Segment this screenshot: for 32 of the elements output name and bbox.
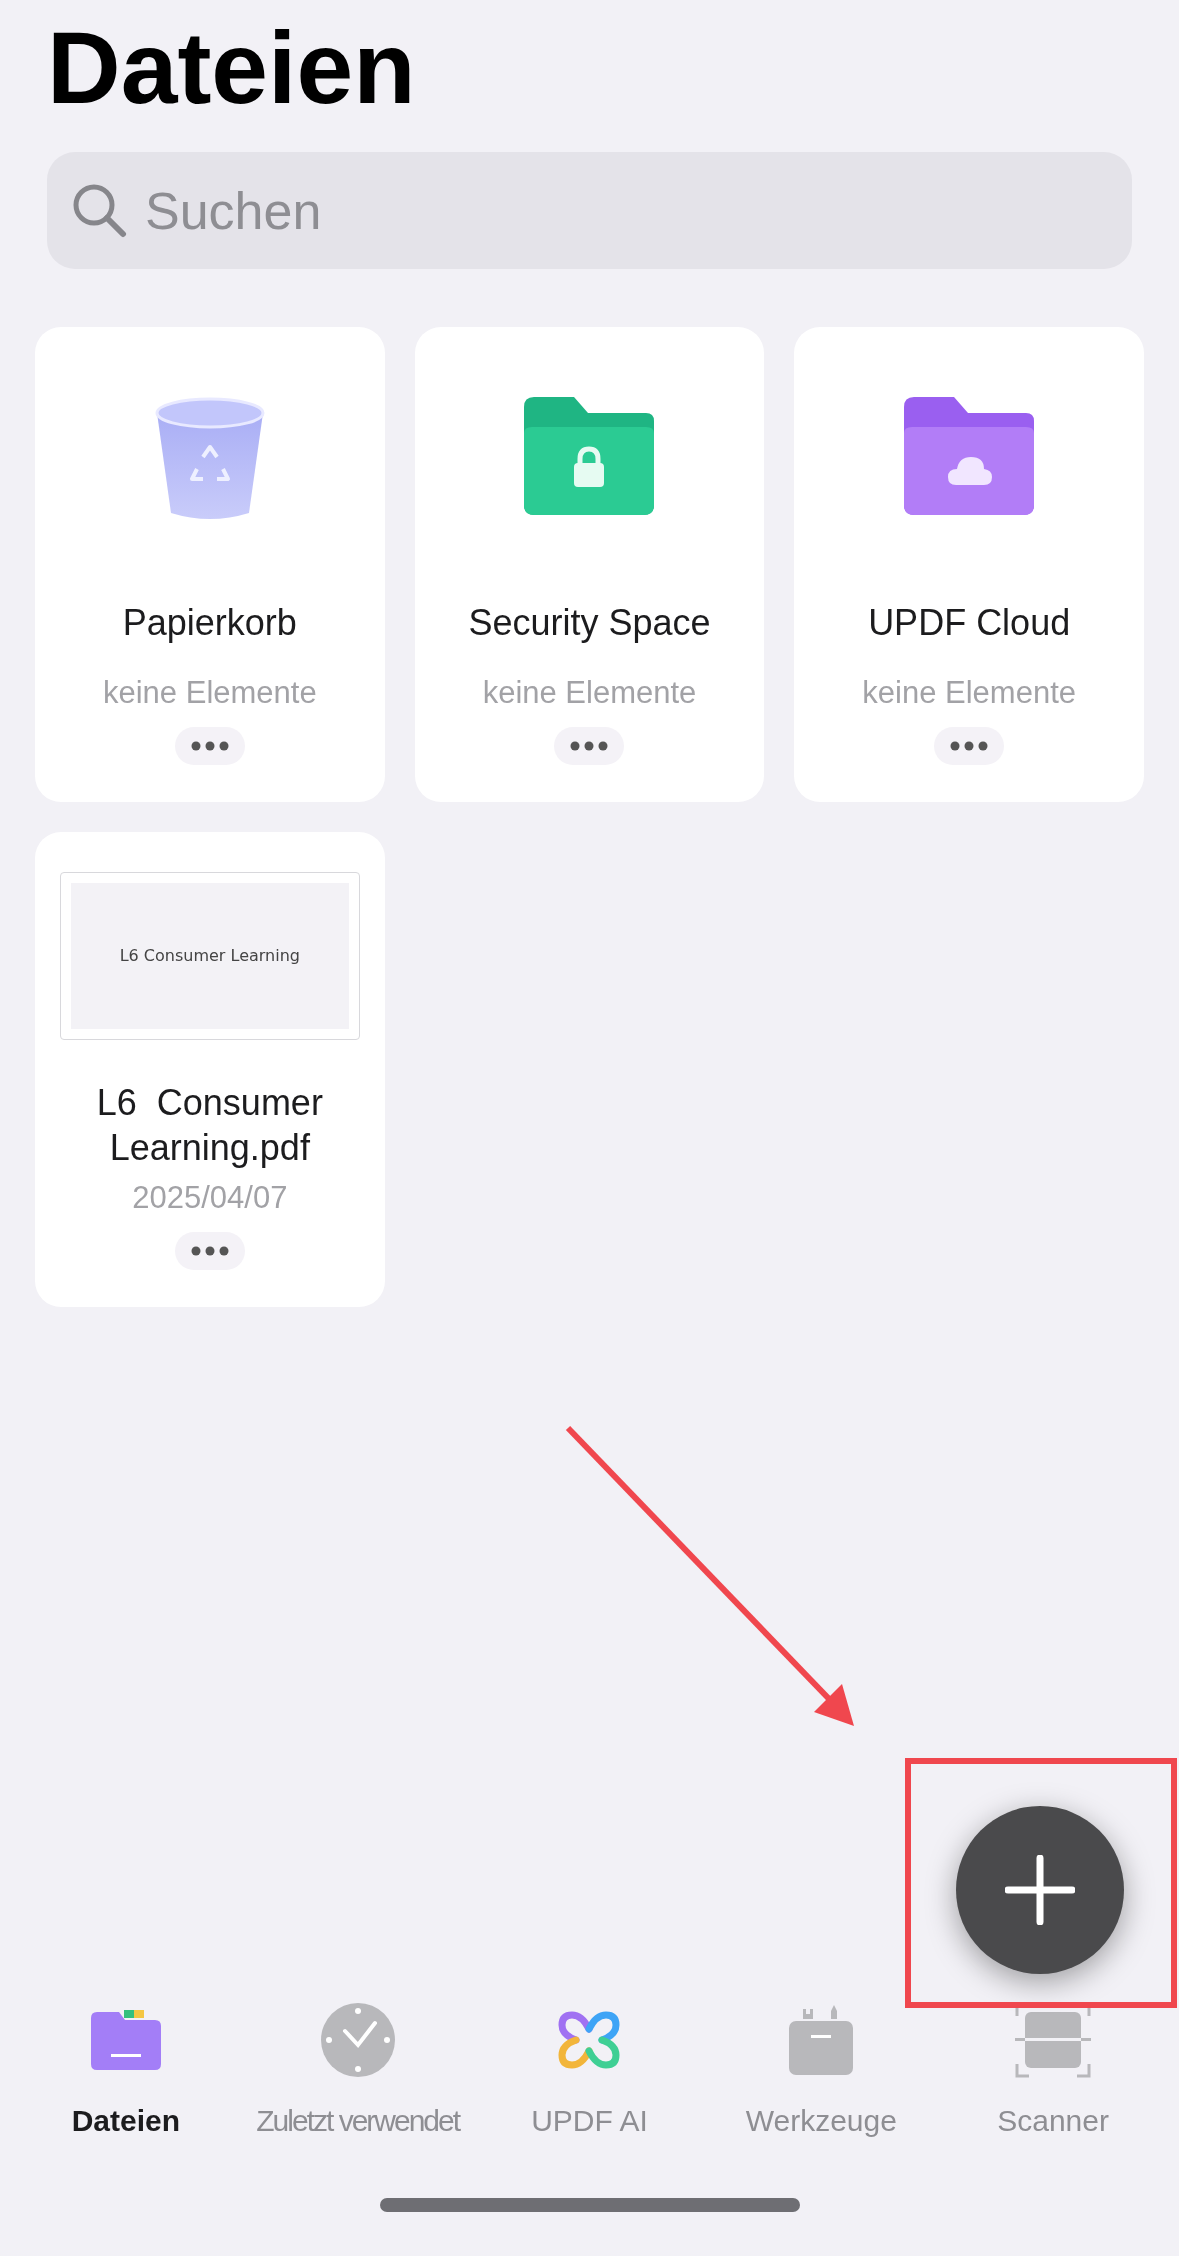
- more-icon: [950, 741, 989, 751]
- item-detail: keine Elemente: [103, 674, 317, 712]
- tab-bar-item[interactable]: Dateien: [10, 2000, 241, 2150]
- item-detail: 2025/04/07: [132, 1179, 288, 1217]
- lock-folder-icon: [524, 397, 655, 515]
- add-button[interactable]: [956, 1806, 1124, 1974]
- item-name: UPDF Cloud: [868, 601, 1071, 645]
- more-button[interactable]: [554, 727, 625, 765]
- more-button[interactable]: [934, 727, 1005, 765]
- page-title: Dateien: [47, 10, 416, 127]
- more-icon: [190, 1246, 229, 1256]
- folder-card[interactable]: Papierkorb keine Elemente: [35, 327, 385, 802]
- folder-card[interactable]: Security Space keine Elemente: [414, 327, 765, 802]
- item-name: Papierkorb: [122, 601, 297, 645]
- plus-icon: [1005, 1855, 1075, 1925]
- cloud-folder-icon: [904, 397, 1035, 515]
- clock-icon: [320, 2003, 395, 2077]
- folder-card[interactable]: UPDF Cloud keine Elemente: [794, 327, 1144, 802]
- item-detail: keine Elemente: [482, 674, 697, 712]
- more-icon: [570, 741, 609, 751]
- more-button[interactable]: [174, 727, 245, 765]
- folder-icon: [90, 2010, 161, 2070]
- search-field[interactable]: Suchen: [47, 152, 1132, 269]
- more-icon: [190, 741, 229, 751]
- more-button[interactable]: [174, 1232, 245, 1270]
- toolbox-icon: [789, 2005, 854, 2075]
- item-name: L6 Consumer Learning.pdf: [95, 1081, 324, 1170]
- search-icon: [71, 182, 127, 238]
- file-card[interactable]: L6 Consumer Learning L6 Consumer Learning.pdf 2025/04/07: [35, 832, 385, 1307]
- item-detail: keine Elemente: [862, 674, 1076, 712]
- item-name: Security Space: [468, 601, 711, 645]
- preview-title: L6 Consumer Learning: [119, 945, 300, 967]
